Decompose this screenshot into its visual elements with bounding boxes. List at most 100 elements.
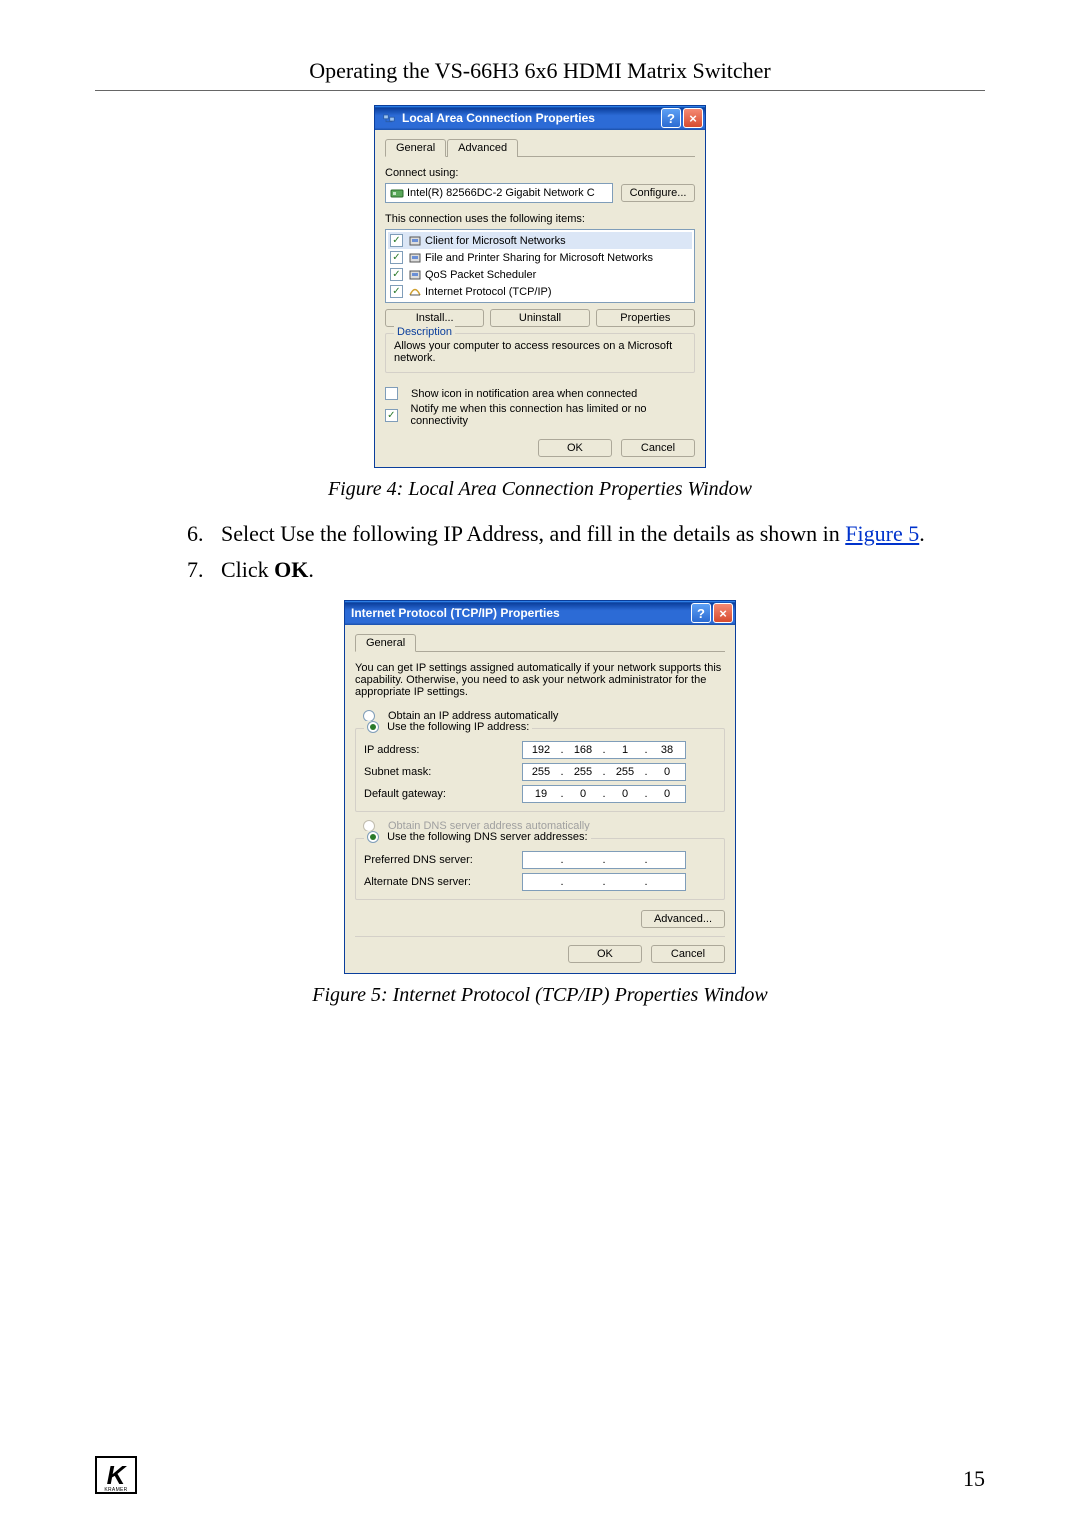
list-item-label: Internet Protocol (TCP/IP) bbox=[425, 286, 552, 298]
figure5-link[interactable]: Figure 5 bbox=[845, 521, 919, 546]
description-text: Allows your computer to access resources… bbox=[394, 340, 686, 364]
ok-button[interactable]: OK bbox=[538, 439, 612, 457]
qos-icon bbox=[408, 269, 422, 281]
list-item-label: Client for Microsoft Networks bbox=[425, 235, 566, 247]
ip-seg: 255 bbox=[565, 766, 601, 778]
adapter-field[interactable]: Intel(R) 82566DC-2 Gigabit Network C bbox=[385, 183, 613, 203]
lac-title: Local Area Connection Properties bbox=[402, 111, 595, 125]
radio-icon[interactable] bbox=[367, 831, 379, 843]
kramer-logo: K KRAMER bbox=[95, 1456, 137, 1494]
help-icon[interactable]: ? bbox=[661, 108, 681, 128]
list-item[interactable]: ✓ QoS Packet Scheduler bbox=[388, 266, 692, 283]
step-text: Click bbox=[221, 557, 274, 582]
ip-seg: 192 bbox=[523, 744, 559, 756]
list-item[interactable]: ✓ Client for Microsoft Networks bbox=[388, 232, 692, 249]
checkbox-icon[interactable]: ✓ bbox=[390, 285, 403, 298]
pref-dns-label: Preferred DNS server: bbox=[364, 854, 514, 866]
help-icon[interactable]: ? bbox=[691, 603, 711, 623]
tcpip-properties-dialog: Internet Protocol (TCP/IP) Properties ? … bbox=[344, 600, 736, 974]
step-bold: OK bbox=[274, 557, 308, 582]
connect-using-label: Connect using: bbox=[385, 167, 695, 179]
close-icon[interactable]: × bbox=[713, 603, 733, 623]
ip-address-input[interactable]: 192. 168. 1. 38 bbox=[522, 741, 686, 759]
adapter-name: Intel(R) 82566DC-2 Gigabit Network C bbox=[407, 187, 595, 199]
subnet-label: Subnet mask: bbox=[364, 766, 514, 778]
description-group: Description Allows your computer to acce… bbox=[385, 333, 695, 373]
uses-items-label: This connection uses the following items… bbox=[385, 213, 695, 225]
tab-general[interactable]: General bbox=[385, 139, 446, 157]
pref-dns-input[interactable]: . . . bbox=[522, 851, 686, 869]
lac-properties-dialog: Local Area Connection Properties ? × Gen… bbox=[374, 105, 706, 468]
ip-seg: 0 bbox=[649, 766, 685, 778]
cancel-button[interactable]: Cancel bbox=[621, 439, 695, 457]
ip-address-label: IP address: bbox=[364, 744, 514, 756]
page-header: Operating the VS-66H3 6x6 HDMI Matrix Sw… bbox=[95, 58, 985, 84]
close-icon[interactable]: × bbox=[683, 108, 703, 128]
step-text: Select Use the following IP Address, and… bbox=[221, 521, 845, 546]
share-icon bbox=[408, 252, 422, 264]
ip-seg: 0 bbox=[607, 788, 643, 800]
show-icon-option[interactable]: Show icon in notification area when conn… bbox=[385, 387, 695, 400]
subnet-input[interactable]: 255. 255. 255. 0 bbox=[522, 763, 686, 781]
figure5-caption: Figure 5: Internet Protocol (TCP/IP) Pro… bbox=[95, 984, 985, 1007]
step-text: . bbox=[308, 557, 314, 582]
list-item-label: File and Printer Sharing for Microsoft N… bbox=[425, 252, 653, 264]
gateway-input[interactable]: 19. 0. 0. 0 bbox=[522, 785, 686, 803]
use-ip-legend: Use the following IP address: bbox=[364, 721, 532, 733]
figure4-caption: Figure 4: Local Area Connection Properti… bbox=[95, 478, 985, 501]
ip-seg: 19 bbox=[523, 788, 559, 800]
use-ip-label: Use the following IP address: bbox=[387, 721, 529, 733]
intro-text: You can get IP settings assigned automat… bbox=[355, 662, 725, 698]
checkbox-icon[interactable]: ✓ bbox=[385, 409, 398, 422]
logo-letter: K bbox=[107, 1460, 126, 1491]
checkbox-icon[interactable] bbox=[385, 387, 398, 400]
description-legend: Description bbox=[394, 326, 455, 338]
properties-button[interactable]: Properties bbox=[596, 309, 695, 327]
ip-seg: 168 bbox=[565, 744, 601, 756]
use-dns-label: Use the following DNS server addresses: bbox=[387, 831, 588, 843]
install-button[interactable]: Install... bbox=[385, 309, 484, 327]
show-icon-label: Show icon in notification area when conn… bbox=[411, 388, 637, 400]
tcpip-title: Internet Protocol (TCP/IP) Properties bbox=[351, 606, 560, 620]
step-text: . bbox=[919, 521, 925, 546]
step-7-text: Click OK. bbox=[221, 555, 965, 585]
tcpip-tabs: General bbox=[355, 633, 725, 652]
lac-tabs: General Advanced bbox=[385, 138, 695, 157]
notify-option[interactable]: ✓ Notify me when this connection has lim… bbox=[385, 403, 695, 427]
ip-seg: 38 bbox=[649, 744, 685, 756]
checkbox-icon[interactable]: ✓ bbox=[390, 251, 403, 264]
ip-seg: 255 bbox=[523, 766, 559, 778]
tab-general[interactable]: General bbox=[355, 634, 416, 652]
header-rule bbox=[95, 90, 985, 91]
notify-label: Notify me when this connection has limit… bbox=[411, 403, 695, 427]
tab-advanced[interactable]: Advanced bbox=[447, 139, 518, 157]
configure-button[interactable]: Configure... bbox=[621, 184, 695, 202]
advanced-button[interactable]: Advanced... bbox=[641, 910, 725, 928]
list-item[interactable]: ✓ File and Printer Sharing for Microsoft… bbox=[388, 249, 692, 266]
list-item-label: QoS Packet Scheduler bbox=[425, 269, 536, 281]
ok-button[interactable]: OK bbox=[568, 945, 642, 963]
ip-seg: 0 bbox=[649, 788, 685, 800]
tcpip-titlebar[interactable]: Internet Protocol (TCP/IP) Properties ? … bbox=[345, 601, 735, 625]
use-dns-group: Use the following DNS server addresses: … bbox=[355, 838, 725, 900]
use-dns-legend: Use the following DNS server addresses: bbox=[364, 831, 591, 843]
checkbox-icon[interactable]: ✓ bbox=[390, 234, 403, 247]
network-icon bbox=[381, 110, 397, 126]
alt-dns-label: Alternate DNS server: bbox=[364, 876, 514, 888]
step-6-text: Select Use the following IP Address, and… bbox=[221, 519, 965, 549]
tcpip-icon bbox=[408, 286, 422, 298]
radio-icon[interactable] bbox=[367, 721, 379, 733]
list-item[interactable]: ✓ Internet Protocol (TCP/IP) bbox=[388, 283, 692, 300]
logo-brand: KRAMER bbox=[97, 1487, 135, 1493]
alt-dns-input[interactable]: . . . bbox=[522, 873, 686, 891]
nic-icon bbox=[390, 187, 404, 199]
ip-seg: 255 bbox=[607, 766, 643, 778]
uninstall-button[interactable]: Uninstall bbox=[490, 309, 589, 327]
checkbox-icon[interactable]: ✓ bbox=[390, 268, 403, 281]
items-listbox[interactable]: ✓ Client for Microsoft Networks ✓ File a… bbox=[385, 229, 695, 303]
page-number: 15 bbox=[963, 1466, 985, 1492]
use-ip-group: Use the following IP address: IP address… bbox=[355, 728, 725, 812]
client-icon bbox=[408, 235, 422, 247]
cancel-button[interactable]: Cancel bbox=[651, 945, 725, 963]
lac-titlebar[interactable]: Local Area Connection Properties ? × bbox=[375, 106, 705, 130]
